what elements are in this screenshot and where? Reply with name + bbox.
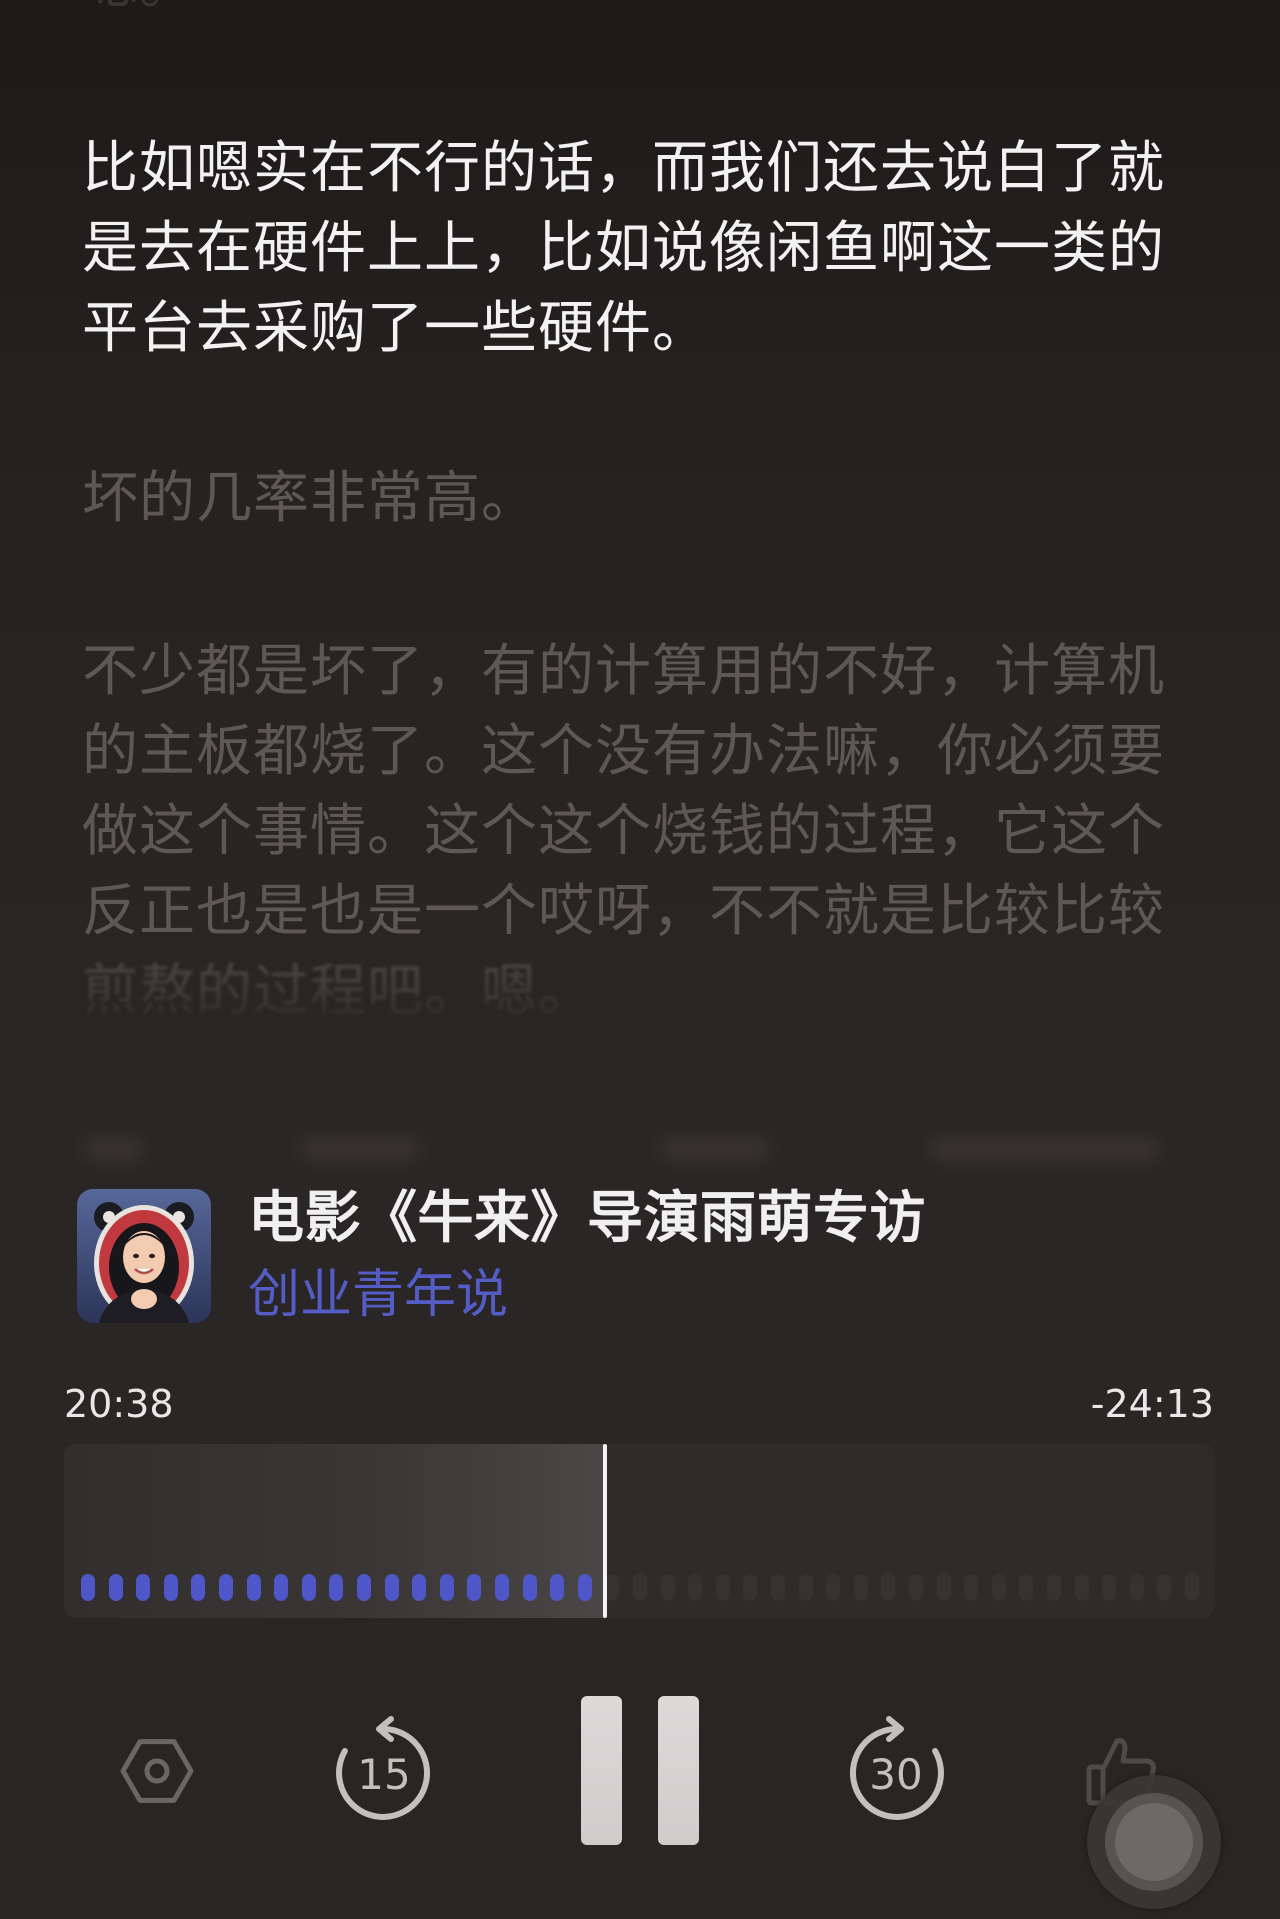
waveform-dot [853, 1574, 868, 1601]
rewind-button[interactable]: 15 [327, 1715, 439, 1827]
blurred-blob [300, 1138, 420, 1160]
waveform-dot [522, 1574, 537, 1601]
waveform-dot [357, 1574, 371, 1601]
waveform-dot [936, 1574, 951, 1601]
waveform-dot [1185, 1574, 1199, 1601]
waveform-dot [439, 1574, 454, 1601]
waveform-dot [136, 1574, 151, 1601]
playhead[interactable] [602, 1444, 607, 1618]
blurred-blob [660, 1138, 770, 1160]
elapsed-time: 20:38 [64, 1382, 174, 1426]
assistive-touch-core [1115, 1803, 1193, 1881]
pause-icon-bar-right [658, 1696, 699, 1845]
blurred-transcript-row [0, 1128, 1280, 1172]
waveform-dot [301, 1574, 316, 1601]
transcript-line: 做这个事情。这个这个烧钱的过程，它这个 [82, 799, 1165, 862]
remaining-time: -24:13 [1090, 1382, 1214, 1426]
waveform-dot [1047, 1574, 1061, 1601]
rewind-icon: 15 [336, 1716, 430, 1820]
forward-button[interactable]: 30 [841, 1715, 953, 1827]
podcast-name-link[interactable]: 创业青年说 [248, 1255, 508, 1335]
waveform-dot [108, 1574, 123, 1601]
waveform-dot [274, 1574, 289, 1601]
waveform-dot [660, 1574, 675, 1601]
podcast-cover[interactable] [77, 1189, 211, 1323]
waveform-dot [1102, 1574, 1117, 1601]
transcript-line: 比如嗯实在不行的话，而我们还去说白了就 [82, 136, 1165, 199]
rewind-seconds-label: 15 [357, 1750, 410, 1799]
waveform-dot [1019, 1574, 1034, 1601]
waveform-dot [1157, 1574, 1172, 1601]
waveform-dot [412, 1574, 427, 1601]
podcast-cover-art [77, 1189, 211, 1323]
transcript-line-faded: 煎熬的过程吧。嗯。 [82, 959, 595, 1022]
forward-icon: 30 [850, 1716, 944, 1820]
waveform-dot [881, 1574, 896, 1601]
waveform-dot [826, 1574, 841, 1601]
transcript-line: 的主板都烧了。这个没有办法嘛，你必须要 [82, 719, 1165, 782]
transcript-line: 坏的几率非常高。 [82, 466, 538, 529]
transcript-line: 反正也是也是一个哎呀，不不就是比较比较 [82, 879, 1165, 942]
transcript-paragraph-current[interactable]: 比如嗯实在不行的话，而我们还去说白了就 是去在硬件上上，比如说像闲鱼啊这一类的 … [82, 128, 1165, 368]
waveform-dot [191, 1574, 206, 1601]
transcript-paragraph[interactable]: 不少都是坏了，有的计算用的不好，计算机 的主板都烧了。这个没有办法嘛，你必须要 … [82, 631, 1165, 1031]
transcript-paragraph[interactable]: 坏的几率非常高。 [82, 458, 538, 538]
waveform-dot [743, 1574, 758, 1601]
waveform-dot [329, 1574, 344, 1601]
waveform-dot [798, 1574, 813, 1601]
blurred-blob [84, 1138, 144, 1160]
settings-button[interactable] [114, 1728, 200, 1814]
waveform-dot [81, 1574, 95, 1601]
transcript-line: 不少都是坏了，有的计算用的不好，计算机 [82, 639, 1165, 702]
waveform-dot [964, 1574, 979, 1601]
pause-button[interactable] [581, 1696, 699, 1845]
progress-scrubber[interactable] [64, 1444, 1215, 1618]
transcript-line: 是去在硬件上上，比如说像闲鱼啊这一类的 [82, 216, 1165, 279]
waveform-dot [633, 1574, 647, 1601]
waveform-dot [577, 1574, 592, 1601]
waveform-dot [715, 1574, 730, 1601]
waveform-dot [991, 1574, 1006, 1601]
transcript-previous-line: 嗯。 [82, 0, 196, 24]
pause-icon-bar-left [581, 1696, 622, 1845]
hexagon-settings-icon [120, 1739, 194, 1803]
waveform-dot [909, 1574, 923, 1601]
waveform-dot [605, 1574, 620, 1601]
waveform-dot [219, 1574, 233, 1601]
waveform-dot [246, 1574, 261, 1601]
waveform-dot [1074, 1574, 1089, 1601]
assistive-touch-button[interactable] [1087, 1775, 1221, 1909]
episode-title[interactable]: 电影《牛来》导演雨萌专访 [248, 1178, 926, 1258]
podcast-player-screen: 嗯。 比如嗯实在不行的话，而我们还去说白了就 是去在硬件上上，比如说像闲鱼啊这一… [0, 0, 1280, 1919]
waveform-dot [1129, 1574, 1144, 1601]
forward-seconds-label: 30 [869, 1750, 922, 1799]
waveform-dot [384, 1574, 399, 1601]
waveform-dot [771, 1574, 785, 1601]
transcript-line: 平台去采购了一些硬件。 [82, 296, 709, 359]
waveform-dot [467, 1574, 482, 1601]
blurred-blob [930, 1138, 1160, 1160]
waveform-dot [495, 1574, 509, 1601]
waveform-dot [688, 1574, 703, 1601]
waveform-dot [163, 1574, 178, 1601]
waveform-dot [550, 1574, 565, 1601]
